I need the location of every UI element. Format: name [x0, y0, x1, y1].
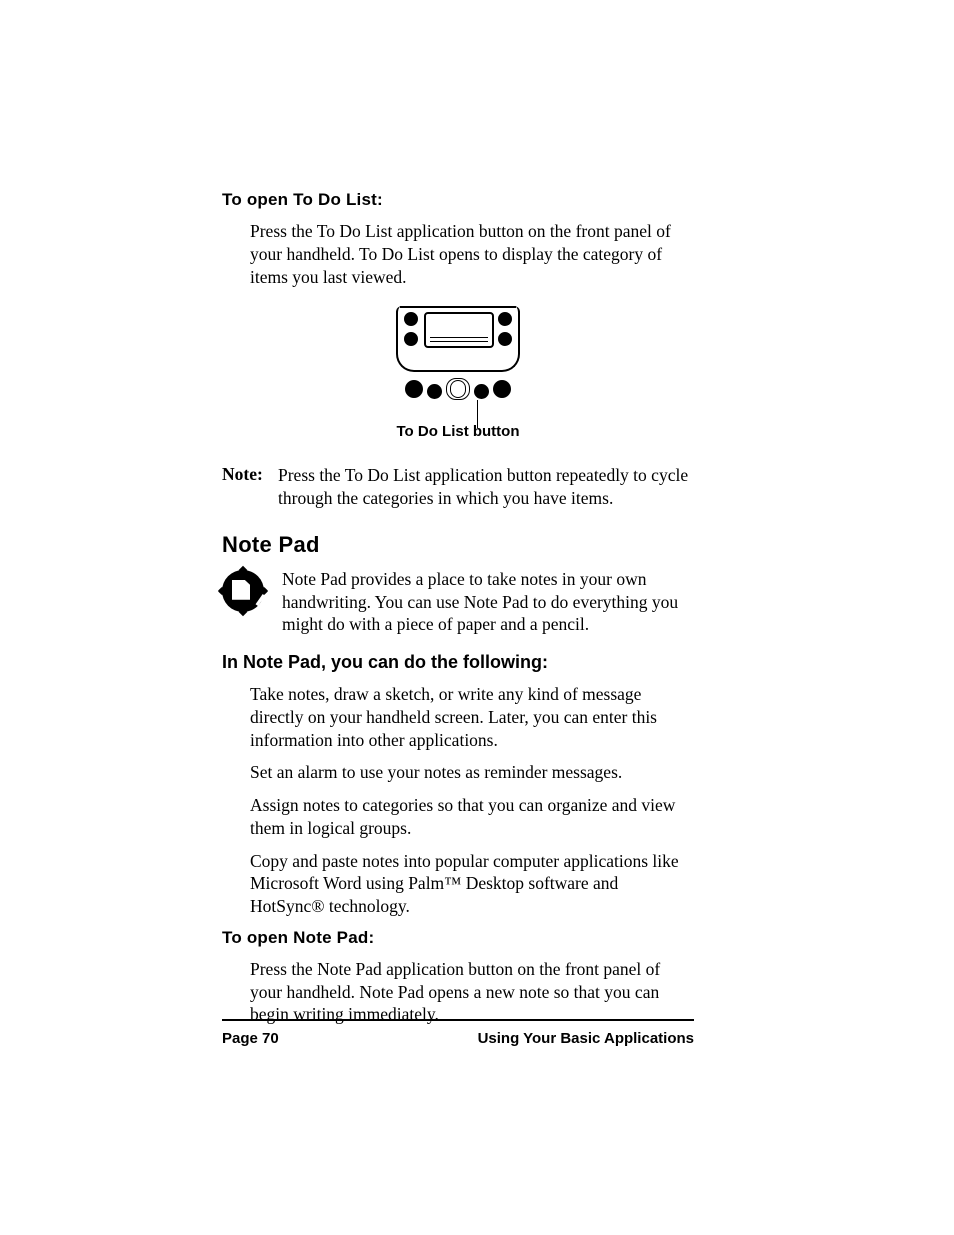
figure-handheld-device: To Do List button [222, 306, 694, 440]
footer-rule [222, 1019, 694, 1021]
footer-page-number: Page 70 [222, 1030, 279, 1047]
note-pad-app-icon [222, 570, 264, 612]
notepad-feature-list: Take notes, draw a sketch, or write any … [250, 683, 694, 918]
paragraph-open-notepad: Press the Note Pad application button on… [250, 958, 694, 1026]
heading-to-open-todo-list: To open To Do List: [222, 190, 694, 210]
heading-to-open-note-pad: To open Note Pad: [222, 928, 694, 948]
hardware-button-icon [405, 380, 423, 398]
note-text: Press the To Do List application button … [278, 464, 694, 510]
hardware-button-icon [427, 384, 442, 399]
footer-chapter-title: Using Your Basic Applications [478, 1030, 694, 1047]
heading-in-note-pad: In Note Pad, you can do the following: [222, 652, 694, 673]
list-item: Assign notes to categories so that you c… [250, 794, 694, 840]
manual-page: To open To Do List: Press the To Do List… [0, 0, 954, 1235]
list-item: Copy and paste notes into popular comput… [250, 850, 694, 918]
scroll-pad-icon [446, 378, 470, 400]
hardware-button-icon [493, 380, 511, 398]
device-illustration [396, 306, 520, 412]
soft-button-icon [404, 312, 418, 326]
paragraph-notepad-intro: Note Pad provides a place to take notes … [282, 568, 694, 636]
figure-caption: To Do List button [222, 423, 694, 440]
hardware-button-row [396, 378, 520, 400]
paragraph-open-todo: Press the To Do List application button … [250, 220, 694, 288]
heading-note-pad: Note Pad [222, 532, 694, 558]
soft-button-icon [498, 332, 512, 346]
soft-button-icon [404, 332, 418, 346]
list-item: Take notes, draw a sketch, or write any … [250, 683, 694, 751]
page-footer: Page 70 Using Your Basic Applications [222, 1030, 694, 1047]
page-content: To open To Do List: Press the To Do List… [222, 190, 694, 1038]
device-screen-icon [424, 312, 494, 348]
callout-line-icon [477, 400, 478, 428]
note-label: Note: [222, 464, 278, 510]
notepad-intro-block: Note Pad provides a place to take notes … [222, 568, 694, 636]
list-item: Set an alarm to use your notes as remind… [250, 761, 694, 784]
todo-list-hardware-button-icon [474, 384, 489, 399]
note-block: Note: Press the To Do List application b… [222, 464, 694, 510]
soft-button-icon [498, 312, 512, 326]
